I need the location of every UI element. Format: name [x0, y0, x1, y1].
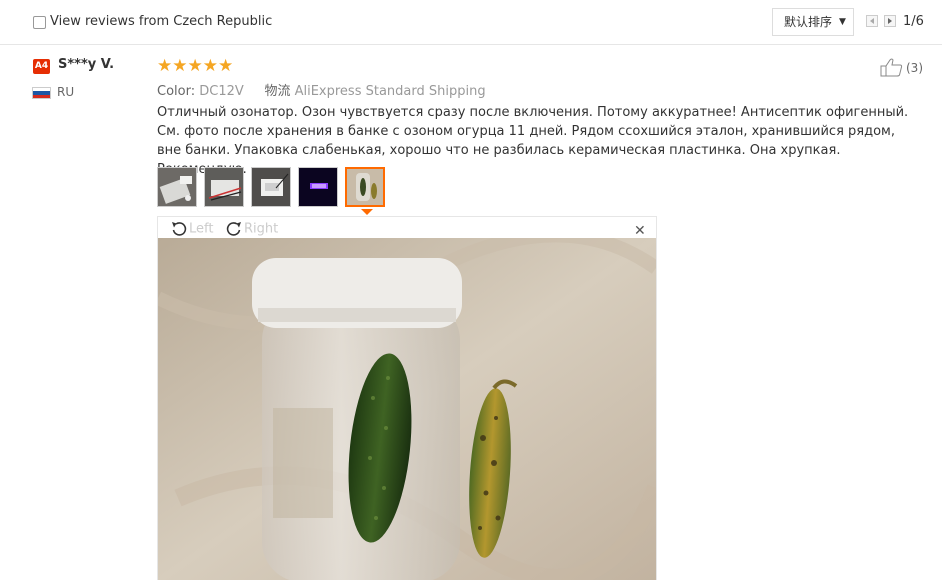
review-thumbnail-active[interactable]	[345, 167, 385, 207]
reviewer-level-badge: A4	[33, 59, 50, 74]
thumbnail-pointer	[361, 209, 373, 215]
rotate-left-button[interactable]: Left	[169, 219, 213, 239]
rotate-right-button[interactable]: Right	[224, 219, 278, 239]
review-filter-bar: View reviews from Czech Republic 默认排序 ▼ …	[0, 0, 942, 45]
photo-viewer: Left Right ✕	[157, 216, 657, 580]
chevron-down-icon: ▼	[839, 17, 846, 27]
russia-flag-icon	[32, 87, 51, 99]
previous-page-button[interactable]	[866, 15, 878, 27]
sort-dropdown[interactable]: 默认排序 ▼	[772, 8, 854, 36]
rotate-right-icon	[226, 222, 241, 236]
arrow-right-icon	[888, 18, 892, 24]
rotate-right-label: Right	[244, 221, 279, 237]
shipping-value: AliExpress Standard Shipping	[294, 84, 486, 99]
review-thumbnail[interactable]	[157, 167, 197, 207]
arrow-left-icon	[870, 18, 874, 24]
color-value: DC12V	[199, 84, 244, 99]
country-filter-checkbox[interactable]	[33, 16, 46, 29]
reviewer-name: S***y V.	[58, 57, 115, 72]
rotate-left-label: Left	[189, 221, 214, 237]
next-page-button[interactable]	[884, 15, 896, 27]
reviewer-country: RU	[57, 85, 75, 99]
shipping-label: 物流	[264, 84, 291, 99]
color-label: Color:	[157, 84, 196, 99]
order-info: Color: DC12V 物流 AliExpress Standard Ship…	[157, 80, 486, 99]
review-thumbnail[interactable]	[251, 167, 291, 207]
helpful-button[interactable]	[880, 58, 904, 77]
close-icon[interactable]: ✕	[634, 223, 646, 239]
thumbs-up-icon	[880, 58, 903, 77]
review-thumbnail[interactable]	[204, 167, 244, 207]
rotate-left-icon	[172, 222, 187, 236]
sort-label: 默认排序	[784, 15, 833, 29]
review-thumbnail[interactable]	[298, 167, 338, 207]
star-rating: ★★★★★	[157, 56, 234, 76]
review-photo	[158, 238, 656, 580]
page-counter: 1/6	[903, 14, 924, 29]
country-filter-label[interactable]: View reviews from Czech Republic	[50, 14, 272, 29]
helpful-count: (3)	[906, 61, 923, 75]
